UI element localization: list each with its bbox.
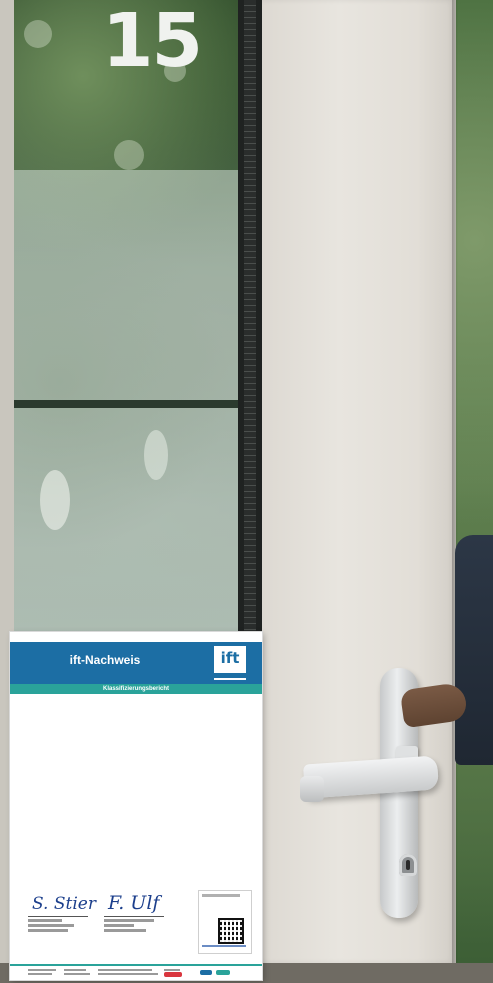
lock-cylinder-icon xyxy=(399,854,417,876)
certificate-subtitle: Klassifizierungsbericht xyxy=(102,686,170,692)
bokeh-light xyxy=(114,140,144,170)
qr-code-pattern xyxy=(220,920,242,942)
glass-divider xyxy=(14,400,244,408)
signature-line xyxy=(28,916,88,917)
certificate-footer-line xyxy=(10,964,262,966)
signature-caption xyxy=(104,919,164,932)
door-leaf xyxy=(262,0,456,963)
signature-caption xyxy=(28,919,88,932)
ift-logo-text: ift xyxy=(220,649,240,667)
signature-left: S. Stier xyxy=(32,894,96,914)
certificate-title: ift-Nachweis xyxy=(69,653,141,667)
qr-caption xyxy=(202,894,240,897)
certificate-footer xyxy=(28,969,230,977)
footer-logo-mark xyxy=(200,970,212,975)
signature-line xyxy=(104,916,164,917)
bokeh-light xyxy=(40,470,70,530)
ift-logo-bar xyxy=(214,673,246,678)
door-handle-end xyxy=(300,776,324,802)
outdoor-view xyxy=(456,0,493,963)
door-frame xyxy=(238,0,262,640)
footer-logo-mark xyxy=(164,972,182,977)
qr-link xyxy=(202,945,246,947)
glass-panel: 15 xyxy=(14,0,244,636)
certificate-document: ift-Nachweis ift Klassifizierungsbericht… xyxy=(10,632,262,980)
bokeh-light xyxy=(24,20,52,48)
door-photo: 15 ift-Nachweis ift Klassifizierungsberi… xyxy=(0,0,493,983)
person-arm xyxy=(455,535,493,765)
bokeh-light xyxy=(144,430,168,480)
ift-logo: ift xyxy=(213,645,247,681)
footer-logo-mark xyxy=(216,970,230,975)
signature-right: F. Ulf xyxy=(108,892,160,914)
house-number: 15 xyxy=(102,0,203,84)
door-edge-shadow xyxy=(452,0,458,963)
